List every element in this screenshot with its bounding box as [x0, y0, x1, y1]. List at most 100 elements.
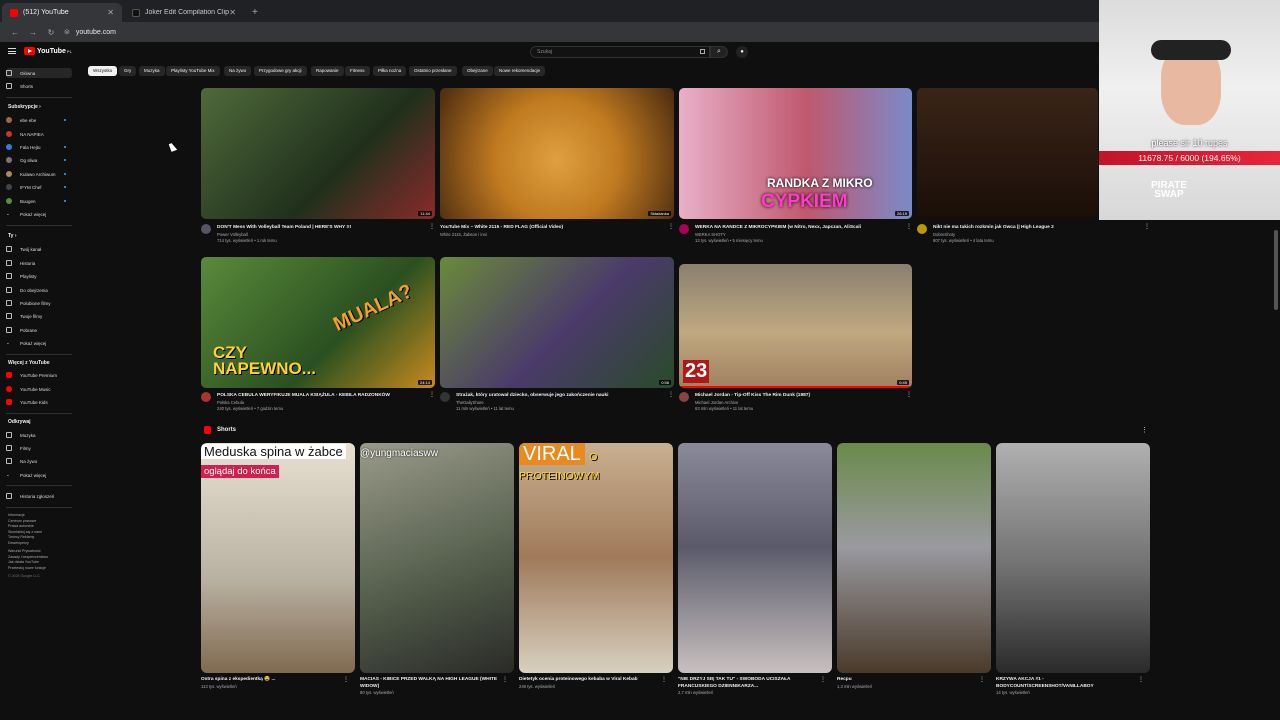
- chip[interactable]: Na żywo: [224, 66, 252, 76]
- site-info-icon[interactable]: ⊜: [64, 28, 70, 36]
- show-more-button[interactable]: ⌄ Pokaż więcej: [6, 338, 72, 348]
- more-options-icon[interactable]: ⋮: [906, 224, 912, 231]
- more-options-icon[interactable]: ⋮: [668, 392, 674, 399]
- channel-avatar[interactable]: [679, 224, 689, 234]
- more-options-icon[interactable]: ⋮: [820, 677, 826, 684]
- sidebar-item-liked[interactable]: Polubione filmy: [6, 298, 72, 308]
- more-options-icon[interactable]: ⋮: [502, 677, 508, 684]
- channel-avatar[interactable]: [917, 224, 927, 234]
- tab-youtube[interactable]: (512) YouTube ✕: [2, 3, 122, 22]
- channel-avatar[interactable]: [201, 392, 211, 402]
- more-options-icon[interactable]: ⋮: [429, 392, 435, 399]
- sidebar-item-kids[interactable]: YouTube Kids: [6, 397, 72, 407]
- channel-name[interactable]: White 2115, Żabson i inni: [440, 231, 487, 238]
- more-options-icon[interactable]: ⋮: [661, 677, 667, 684]
- subscriptions-heading[interactable]: Subskrypcje ›: [8, 104, 41, 110]
- new-tab-button[interactable]: +: [252, 3, 258, 22]
- short-thumbnail[interactable]: Meduska spina w żabce oglądaj do końca: [201, 443, 355, 673]
- video-title[interactable]: WERKA NA RANDCE Z MIKROCYPKIEM (w Nitro,…: [695, 224, 905, 231]
- sidebar-item-report-history[interactable]: Historia zgłoszeń: [6, 491, 72, 501]
- video-title[interactable]: Nikt nie ma takich rozkmin jak Owca || H…: [933, 224, 1143, 231]
- short-title[interactable]: MACIAS - KIBICE PRZED WALKĄ NA HIGH LEAG…: [360, 677, 500, 690]
- sidebar-item-home[interactable]: Główna: [6, 68, 72, 78]
- short-thumbnail[interactable]: @yungmaciasww: [360, 443, 514, 673]
- chip[interactable]: Rapowanie: [311, 66, 344, 76]
- back-icon[interactable]: ←: [6, 28, 24, 37]
- sidebar-item-your-videos[interactable]: Twoje filmy: [6, 311, 72, 321]
- video-thumbnail[interactable]: Składanka: [440, 88, 674, 219]
- menu-icon[interactable]: [8, 48, 16, 54]
- video-thumbnail[interactable]: [917, 88, 1098, 219]
- more-options-icon[interactable]: ⋮: [343, 677, 349, 684]
- channel-avatar[interactable]: [201, 224, 211, 234]
- video-title[interactable]: Michael Jordan - Tip-Off Kiss The Rim Du…: [695, 392, 905, 399]
- forward-icon[interactable]: →: [24, 28, 42, 37]
- reload-icon[interactable]: ↻: [42, 28, 60, 37]
- sidebar-item-downloads[interactable]: Pobrane: [6, 325, 72, 335]
- chip[interactable]: Muzyka: [139, 66, 165, 76]
- short-thumbnail[interactable]: VIRAL O PROTEINOWYM: [519, 443, 673, 673]
- sidebar-item-watch-later[interactable]: Do obejrzenia: [6, 285, 72, 295]
- more-options-icon[interactable]: ⋮: [906, 392, 912, 399]
- video-thumbnail[interactable]: CZY NAPEWNO... MUALA? 24:14: [201, 257, 435, 388]
- url-field[interactable]: youtube.com: [76, 29, 116, 36]
- short-title[interactable]: KRZYWA AKCJA #1 - BODYCOUNT/SCREENSHOT/V…: [996, 677, 1136, 690]
- show-more-button[interactable]: ⌄ Pokaż więcej: [6, 470, 72, 480]
- close-icon[interactable]: ✕: [229, 8, 236, 17]
- you-heading[interactable]: Ty ›: [8, 233, 17, 239]
- more-options-icon[interactable]: ⋮: [979, 677, 985, 684]
- more-options-icon[interactable]: ⋮: [1144, 224, 1150, 231]
- channel-avatar[interactable]: [440, 392, 450, 402]
- video-title[interactable]: YouTube Mix – White 2115 - RED FLAG (Off…: [440, 224, 650, 231]
- video-title[interactable]: POLSKA CEBULA WERYFIKUJE MUALA KSIĄŻULA …: [217, 392, 427, 399]
- video-title[interactable]: Strażak, który uratował dziecko, obserwu…: [456, 392, 666, 399]
- sidebar-item-playlists[interactable]: Playlisty: [6, 271, 72, 281]
- tab-tiktok[interactable]: Joker Edit Compilation Clips | T ✕: [124, 3, 244, 22]
- more-options-icon[interactable]: ⋮: [1141, 426, 1148, 434]
- more-options-icon[interactable]: ⋮: [1138, 677, 1144, 684]
- video-thumbnail[interactable]: 11:44: [201, 88, 435, 219]
- channel-avatar[interactable]: [679, 392, 689, 402]
- keyboard-icon[interactable]: [700, 49, 705, 54]
- youtube-logo[interactable]: YouTube PL: [24, 47, 72, 55]
- sidebar-item-subscription[interactable]: Fala Hejtu: [6, 142, 72, 152]
- sidebar-item-subscription[interactable]: Buugen: [6, 196, 72, 206]
- sidebar-item-premium[interactable]: YouTube Premium: [6, 370, 72, 380]
- short-thumbnail[interactable]: [837, 443, 991, 673]
- sidebar-item-subscription[interactable]: NA NAPIEA: [6, 129, 72, 139]
- chip[interactable]: Playlisty YouTube Mix: [166, 66, 220, 76]
- chip[interactable]: Przygodowe gry akcji: [254, 66, 307, 76]
- sidebar-item-your-channel[interactable]: Twój kanał: [6, 244, 72, 254]
- chip[interactable]: Obejrzane: [462, 66, 493, 76]
- video-thumbnail[interactable]: RANDKA Z MIKRO CYPKIEM 26:19: [679, 88, 912, 219]
- close-icon[interactable]: ✕: [107, 8, 114, 17]
- video-thumbnail[interactable]: 0:58: [440, 257, 674, 388]
- chip[interactable]: Piłka nożna: [373, 66, 407, 76]
- sidebar-item-subscription[interactable]: IFYM Chef: [6, 182, 72, 192]
- sidebar-item-shorts[interactable]: Shorts: [6, 81, 72, 91]
- short-thumbnail[interactable]: [678, 443, 832, 673]
- sidebar-item-history[interactable]: Historia: [6, 258, 72, 268]
- chip[interactable]: Fitness: [345, 66, 370, 76]
- chip[interactable]: Ostatnio przesłane: [409, 66, 457, 76]
- sidebar-item-subscription[interactable]: Kulawo Archiwum: [6, 169, 72, 179]
- show-more-button[interactable]: ⌄ Pokaż więcej: [6, 209, 72, 219]
- sidebar-item-live[interactable]: Na żywo: [6, 456, 72, 466]
- short-thumbnail[interactable]: [996, 443, 1150, 673]
- scrollbar[interactable]: [1274, 230, 1278, 310]
- video-thumbnail[interactable]: 23 0:45: [679, 264, 912, 388]
- chip[interactable]: Gry: [119, 66, 137, 76]
- sidebar-item-music[interactable]: YouTube Music: [6, 384, 72, 394]
- more-options-icon[interactable]: ⋮: [668, 224, 674, 231]
- chip-all[interactable]: Wszystko: [88, 66, 118, 76]
- more-options-icon[interactable]: ⋮: [429, 224, 435, 231]
- sidebar-item-music-explore[interactable]: Muzyka: [6, 430, 72, 440]
- short-title[interactable]: "NIE DRZYJ SIĘ TAK TU" - SWOBODA UCISZAŁ…: [678, 677, 818, 690]
- voice-search-button[interactable]: ●: [736, 46, 748, 58]
- chip[interactable]: Nowe rekomendacje: [494, 66, 546, 76]
- search-button[interactable]: ⌕: [710, 46, 728, 58]
- sidebar-item-movies[interactable]: Filmy: [6, 443, 72, 453]
- sidebar-item-subscription[interactable]: ebe ebe: [6, 115, 72, 125]
- search-input[interactable]: Szukaj: [530, 46, 710, 58]
- sidebar-item-subscription[interactable]: Og sliwa: [6, 155, 72, 165]
